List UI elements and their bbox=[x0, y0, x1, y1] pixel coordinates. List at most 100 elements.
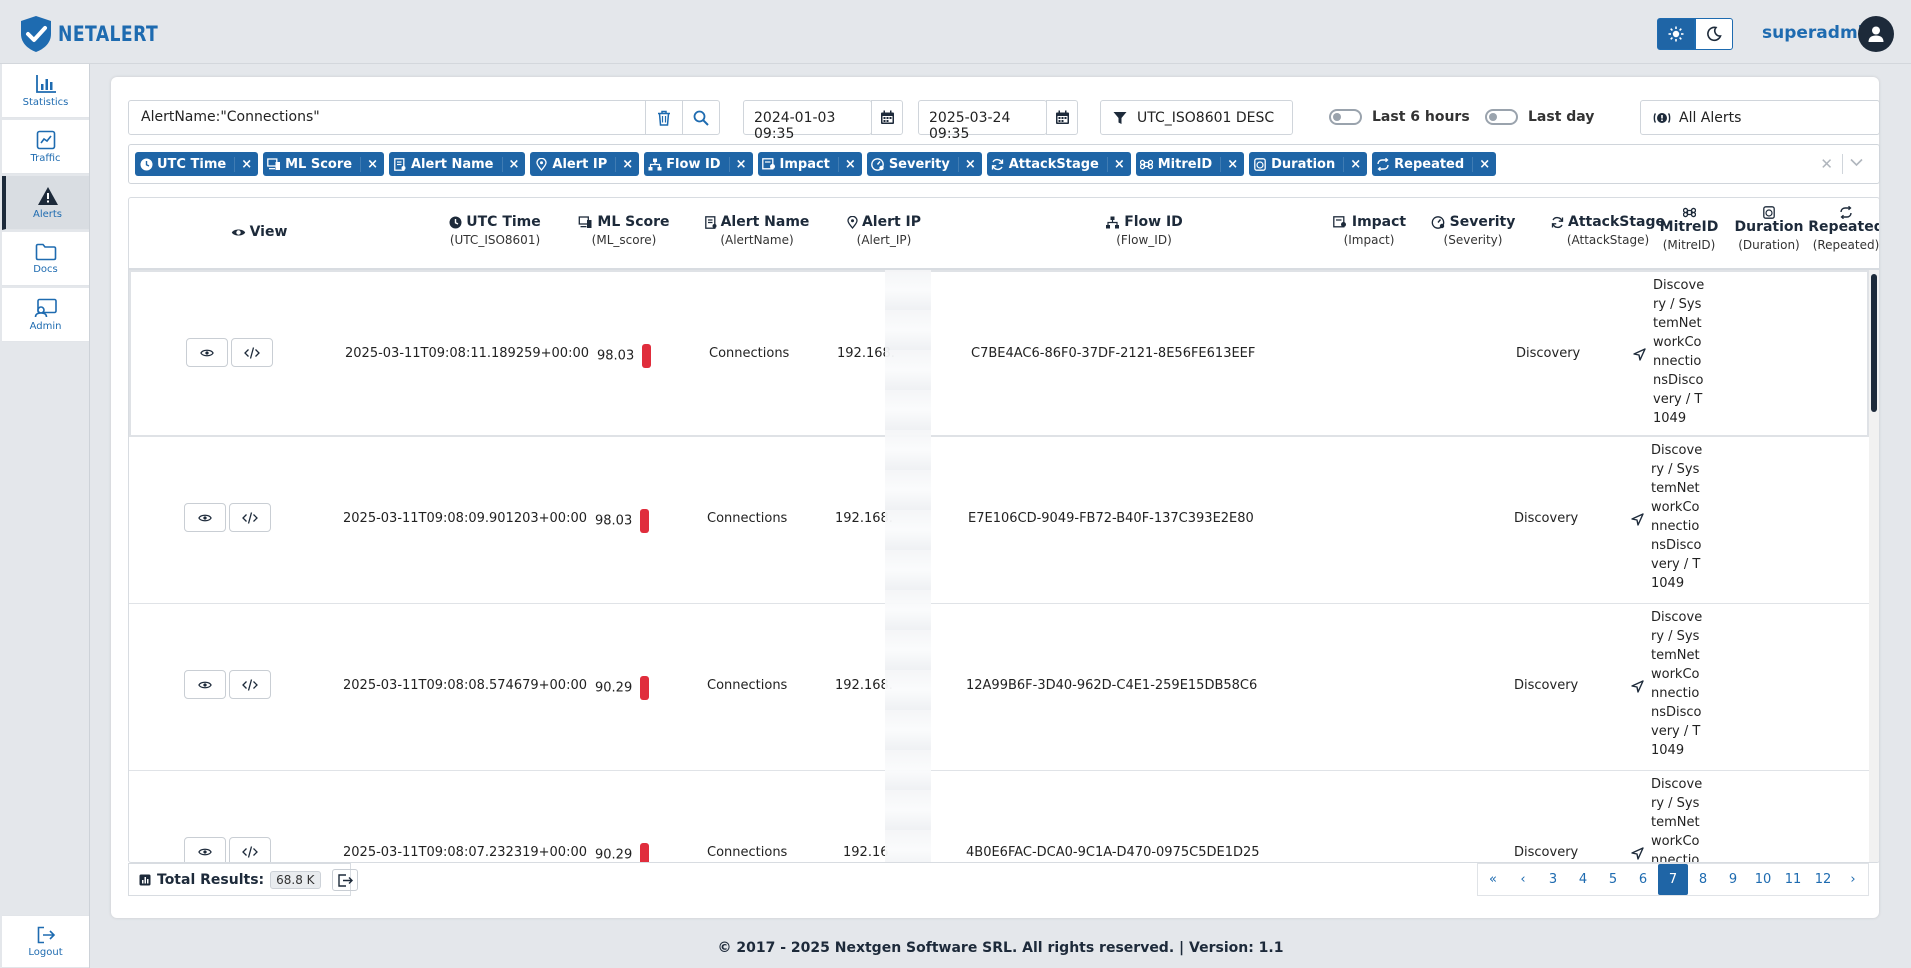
page-button[interactable]: 10 bbox=[1748, 864, 1778, 895]
toggle-switch[interactable] bbox=[1485, 109, 1518, 125]
user-icon bbox=[1868, 26, 1884, 42]
column-severity[interactable]: Severity (Severity) bbox=[1413, 214, 1533, 247]
column-field: (Impact) bbox=[1343, 233, 1395, 247]
close-icon[interactable]: × bbox=[234, 156, 258, 172]
view-details-button[interactable] bbox=[184, 837, 226, 862]
next-page-button[interactable]: › bbox=[1838, 864, 1868, 895]
cell-mitre-id: Discovery / SystemNetworkConnectionsDisc… bbox=[1651, 777, 1703, 863]
sidebar-item-traffic[interactable]: Traffic bbox=[2, 120, 89, 174]
chip-label: Alert Name bbox=[410, 156, 494, 172]
page-button[interactable]: 5 bbox=[1598, 864, 1628, 895]
chip-alert-name[interactable]: Alert Name × bbox=[388, 152, 526, 176]
column-alert-ip[interactable]: Alert IP (Alert_IP) bbox=[829, 214, 939, 247]
app-logo[interactable]: NETALERT bbox=[18, 14, 180, 54]
page-button[interactable]: 6 bbox=[1628, 864, 1658, 895]
column-title: Impact bbox=[1351, 214, 1407, 230]
page-button[interactable]: 4 bbox=[1568, 864, 1598, 895]
view-source-button[interactable] bbox=[229, 837, 271, 862]
ml-score-bar bbox=[640, 509, 650, 533]
sidebar-item-statistics[interactable]: Statistics bbox=[2, 64, 89, 118]
toggle-switch[interactable] bbox=[1329, 109, 1362, 125]
chip-attack-stage[interactable]: AttackStage × bbox=[986, 152, 1131, 176]
clear-search-button[interactable] bbox=[645, 100, 683, 135]
alert-type-select[interactable]: All Alerts bbox=[1640, 100, 1880, 135]
page-button[interactable]: 8 bbox=[1688, 864, 1718, 895]
view-source-button[interactable] bbox=[229, 670, 271, 699]
column-impact[interactable]: Impact (Impact) bbox=[1309, 214, 1429, 247]
close-icon[interactable]: × bbox=[1106, 156, 1131, 172]
light-mode-button[interactable] bbox=[1657, 18, 1695, 50]
column-ml-score[interactable]: ML Score (ML_score) bbox=[559, 214, 689, 247]
last-6-hours-toggle[interactable]: Last 6 hours bbox=[1329, 109, 1470, 125]
chip-repeated[interactable]: Repeated × bbox=[1372, 152, 1497, 176]
view-source-button[interactable] bbox=[231, 338, 273, 367]
sidebar-item-docs[interactable]: Docs bbox=[2, 232, 89, 286]
code-icon bbox=[242, 845, 258, 858]
page-button[interactable]: 3 bbox=[1538, 864, 1568, 895]
close-icon[interactable]: × bbox=[957, 156, 982, 172]
column-alert-name[interactable]: Alert Name (AlertName) bbox=[687, 214, 827, 247]
view-details-button[interactable] bbox=[184, 503, 226, 532]
chip-duration[interactable]: Duration × bbox=[1249, 152, 1368, 176]
page-button[interactable]: 9 bbox=[1718, 864, 1748, 895]
column-repeated[interactable]: Repeated (Repeated) bbox=[1806, 206, 1879, 252]
close-icon[interactable]: × bbox=[728, 156, 753, 172]
close-icon[interactable]: × bbox=[615, 156, 639, 172]
view-details-button[interactable] bbox=[184, 670, 226, 699]
last-day-toggle[interactable]: Last day bbox=[1485, 109, 1594, 125]
table-scrollbar[interactable] bbox=[1869, 270, 1879, 862]
date-from-picker-button[interactable] bbox=[871, 100, 903, 135]
chip-label: UTC Time bbox=[157, 156, 227, 172]
close-icon[interactable]: × bbox=[1220, 156, 1244, 172]
chip-ml-score[interactable]: ML Score × bbox=[263, 152, 384, 176]
cell-attack-stage: Discovery bbox=[1514, 845, 1579, 860]
alerts-table: View UTC Time (UTC_ISO8601) ML Score (ML… bbox=[128, 197, 1880, 863]
chip-mitre-id[interactable]: MitreID × bbox=[1135, 152, 1245, 176]
chip-alert-ip[interactable]: Alert IP × bbox=[530, 152, 640, 176]
close-icon[interactable]: × bbox=[360, 156, 384, 172]
chip-impact[interactable]: Impact × bbox=[757, 152, 862, 176]
table-row[interactable]: 2025-03-11T09:08:08.574679+00:00 90.29 C… bbox=[129, 604, 1869, 771]
date-to-picker-button[interactable] bbox=[1046, 100, 1078, 135]
chevron-down-icon[interactable] bbox=[1850, 156, 1863, 171]
first-page-button[interactable]: « bbox=[1478, 864, 1508, 895]
chip-utc-time[interactable]: UTC Time × bbox=[135, 152, 259, 176]
close-icon[interactable]: × bbox=[1472, 156, 1496, 172]
clear-chips-icon[interactable]: ✕ bbox=[1820, 155, 1833, 173]
sidebar-item-admin[interactable]: Admin bbox=[2, 288, 89, 342]
chart-icon bbox=[139, 874, 151, 885]
page-button[interactable]: 11 bbox=[1778, 864, 1808, 895]
table-row[interactable]: 2025-03-11T09:08:09.901203+00:00 98.03 C… bbox=[129, 437, 1869, 604]
report-icon bbox=[761, 157, 776, 171]
page-button[interactable]: 12 bbox=[1808, 864, 1838, 895]
admin-icon bbox=[34, 298, 57, 317]
view-source-button[interactable] bbox=[229, 503, 271, 532]
date-to-input[interactable]: 2025-03-24 09:35 bbox=[918, 100, 1047, 142]
cell-mitre-id: Discovery / SystemNetworkConnectionsDisc… bbox=[1653, 278, 1705, 426]
prev-page-button[interactable]: ‹ bbox=[1508, 864, 1538, 895]
table-row[interactable]: 2025-03-11T09:08:11.189259+00:00 98.03 C… bbox=[129, 270, 1869, 437]
search-button[interactable] bbox=[682, 100, 720, 135]
sort-select[interactable]: UTC_ISO8601 DESC bbox=[1100, 100, 1293, 135]
table-row[interactable]: 2025-03-11T09:08:07.232319+00:00 90.29 C… bbox=[129, 771, 1869, 863]
date-from-input[interactable]: 2024-01-03 09:35 bbox=[743, 100, 872, 142]
chip-severity[interactable]: Severity × bbox=[866, 152, 982, 176]
view-details-button[interactable] bbox=[186, 338, 228, 367]
sidebar-item-alerts[interactable]: Alerts bbox=[2, 176, 89, 230]
top-bar: NETALERT superadmin bbox=[0, 0, 1911, 64]
column-duration[interactable]: Duration (Duration) bbox=[1719, 206, 1819, 252]
scrollbar-thumb[interactable] bbox=[1871, 274, 1877, 412]
column-title: Alert IP bbox=[861, 214, 922, 230]
dark-mode-button[interactable] bbox=[1695, 18, 1733, 50]
search-input[interactable]: AlertName:"Connections" bbox=[128, 100, 646, 135]
close-icon[interactable]: × bbox=[501, 156, 526, 172]
current-page-button[interactable]: 7 bbox=[1658, 864, 1688, 895]
close-icon[interactable]: × bbox=[1343, 156, 1367, 172]
column-flow-id[interactable]: Flow ID (Flow_ID) bbox=[1079, 214, 1209, 247]
column-view[interactable]: View bbox=[189, 224, 329, 240]
chip-flow-id[interactable]: Flow ID × bbox=[644, 152, 753, 176]
timer-icon bbox=[1253, 157, 1267, 171]
close-icon[interactable]: × bbox=[837, 156, 862, 172]
export-button[interactable] bbox=[332, 869, 358, 891]
user-avatar[interactable] bbox=[1858, 16, 1894, 52]
